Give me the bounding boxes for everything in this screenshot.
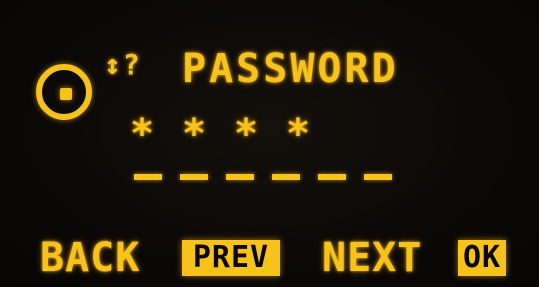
ok-button[interactable]: OK — [458, 240, 506, 276]
masked-digit: * — [182, 111, 207, 157]
next-button[interactable]: NEXT — [322, 236, 422, 280]
prev-button[interactable]: PREV — [182, 240, 280, 276]
masked-digit: * — [286, 111, 311, 157]
password-slot[interactable] — [364, 174, 392, 180]
page-title: PASSWORD — [182, 46, 399, 92]
password-slot[interactable] — [272, 174, 300, 180]
masked-digit: * — [130, 111, 155, 157]
masked-digit: * — [234, 111, 259, 157]
oled-display: ↕? PASSWORD * * * * BACK PREV NEXT OK — [0, 0, 539, 287]
password-slots[interactable] — [134, 174, 392, 180]
lock-dot — [60, 88, 72, 100]
prompt-glyph: ↕? — [104, 48, 142, 81]
password-slot[interactable] — [226, 174, 254, 180]
lock-ring-icon — [36, 64, 92, 120]
softkey-bar: BACK PREV NEXT OK — [40, 236, 520, 280]
password-slot[interactable] — [134, 174, 162, 180]
masked-digits: * * * * — [130, 111, 311, 157]
password-slot[interactable] — [318, 174, 346, 180]
back-button[interactable]: BACK — [40, 236, 140, 280]
password-slot[interactable] — [180, 174, 208, 180]
